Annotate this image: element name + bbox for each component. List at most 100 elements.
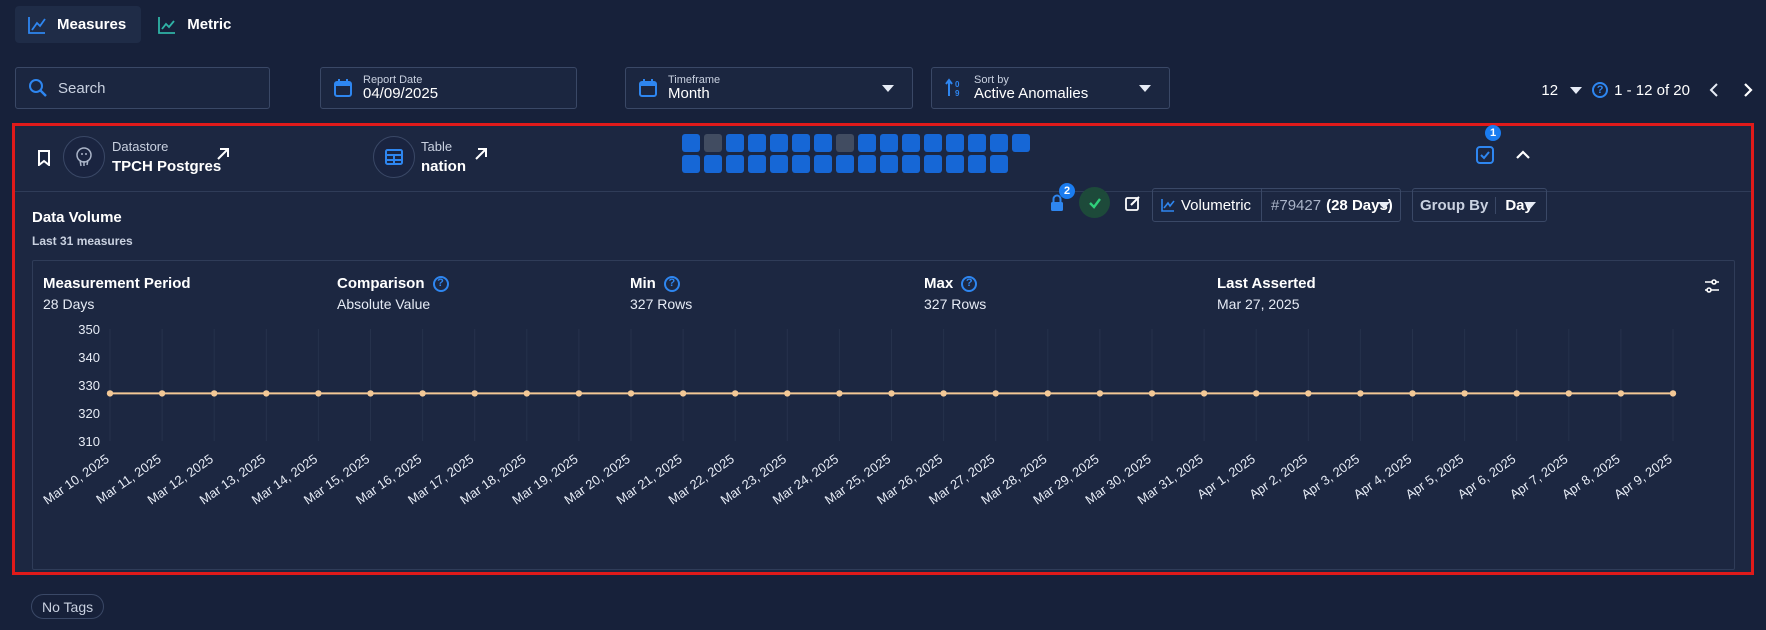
settings-sliders-icon[interactable] [1704,279,1720,293]
chevron-up-icon[interactable] [1514,146,1532,164]
open-table-icon[interactable] [473,146,489,162]
sort-by-label: Sort by [974,73,1009,86]
table-value[interactable]: nation [421,158,466,175]
volumetric-label: Volumetric [1181,196,1252,214]
x-tick-label: Apr 4, 2025 [1351,451,1415,502]
data-point [211,390,218,397]
status-square[interactable] [880,134,898,152]
status-square[interactable] [924,155,942,173]
measure-card: Datastore TPCH Postgres Table nation 1 D… [12,123,1754,575]
per-page-select[interactable]: 12 [1541,81,1583,99]
y-tick-label: 320 [78,406,100,421]
calendar-icon [334,79,352,97]
stat-max: Max? 327 Rows [924,275,986,312]
search-input[interactable]: Search [15,67,270,109]
chevron-down-icon [1139,85,1151,92]
status-square[interactable] [858,134,876,152]
open-datastore-icon[interactable] [215,146,231,162]
x-tick-label: Apr 6, 2025 [1455,451,1519,502]
edit-icon[interactable] [1125,195,1141,211]
status-square[interactable] [902,134,920,152]
data-point [992,390,999,397]
chevron-down-icon [882,85,894,92]
status-square[interactable] [946,134,964,152]
sort-by-select[interactable]: 09 Sort by Active Anomalies [931,67,1170,109]
data-point [679,390,687,397]
status-square[interactable] [836,155,854,173]
checklist-icon[interactable] [1476,146,1494,164]
y-tick-label: 330 [78,378,100,393]
status-square[interactable] [990,155,1008,173]
tab-metric[interactable]: Metric [145,6,246,43]
tab-measures-label: Measures [57,16,127,33]
timeframe-select[interactable]: Timeframe Month [625,67,913,109]
status-square[interactable] [902,155,920,173]
datastore-value[interactable]: TPCH Postgres [112,158,221,175]
tab-measures[interactable]: Measures [15,6,142,43]
chevron-right-icon[interactable] [1738,80,1758,100]
help-icon[interactable]: ? [663,275,680,292]
status-square[interactable] [836,134,854,152]
status-square[interactable] [792,134,810,152]
status-square[interactable] [748,134,766,152]
svg-text:9: 9 [955,89,960,98]
data-point [732,390,739,397]
status-square[interactable] [880,155,898,173]
help-icon[interactable]: ? [1592,82,1609,98]
datastore-label: Datastore [112,139,169,154]
status-square[interactable] [792,155,810,173]
status-square[interactable] [814,134,832,152]
chart-line-icon [1161,199,1175,212]
data-point [1253,390,1260,397]
data-point [1565,390,1573,397]
status-ok-button[interactable] [1079,187,1110,218]
sort-icon: 09 [945,78,960,98]
status-square[interactable] [924,134,942,152]
data-point [419,390,426,397]
status-square[interactable] [990,134,1008,152]
status-square[interactable] [770,155,788,173]
chevron-down-icon [1524,202,1536,209]
group-by-select[interactable]: Group By Day [1412,188,1547,222]
status-square[interactable] [682,134,700,152]
status-square[interactable] [726,134,744,152]
bookmark-icon[interactable] [37,150,51,166]
chevron-down-icon [1570,86,1583,94]
report-date-value: 04/09/2025 [363,84,439,102]
status-square[interactable] [1012,134,1030,152]
status-square[interactable] [704,134,722,152]
x-tick-label: Apr 1, 2025 [1194,451,1258,502]
report-date-field[interactable]: Report Date 04/09/2025 [320,67,577,109]
status-square[interactable] [968,155,986,173]
postgres-icon [76,147,92,167]
data-point [784,390,791,397]
checks-count-badge: 1 [1485,125,1501,141]
data-point [627,390,635,397]
sort-by-value: Active Anomalies [974,84,1089,102]
status-square[interactable] [946,155,964,173]
status-square[interactable] [748,155,766,173]
status-square[interactable] [726,155,744,173]
data-point [1513,390,1520,397]
chart-line-icon [28,16,46,34]
chevron-left-icon[interactable] [1704,80,1724,100]
help-icon[interactable]: ? [961,275,978,292]
check-id: #79427 [1271,196,1322,214]
data-point [315,390,322,397]
status-square[interactable] [704,155,722,173]
data-point [1096,390,1104,397]
status-square[interactable] [770,134,788,152]
tags-badge[interactable]: No Tags [31,594,105,619]
data-point [888,390,895,397]
status-squares-row-1 [682,134,1030,152]
volumetric-check-select[interactable]: Volumetric #79427 (28 Days) [1152,188,1401,222]
status-square[interactable] [814,155,832,173]
per-page-value: 12 [1541,81,1559,99]
metrics-panel: Measurement Period 28 Days Comparison? A… [32,260,1735,570]
status-square[interactable] [858,155,876,173]
status-square[interactable] [682,155,700,173]
help-icon[interactable]: ? [432,275,449,292]
status-square[interactable] [968,134,986,152]
stat-label: Comparison [337,275,425,292]
stat-last-asserted: Last Asserted Mar 27, 2025 [1217,275,1316,312]
